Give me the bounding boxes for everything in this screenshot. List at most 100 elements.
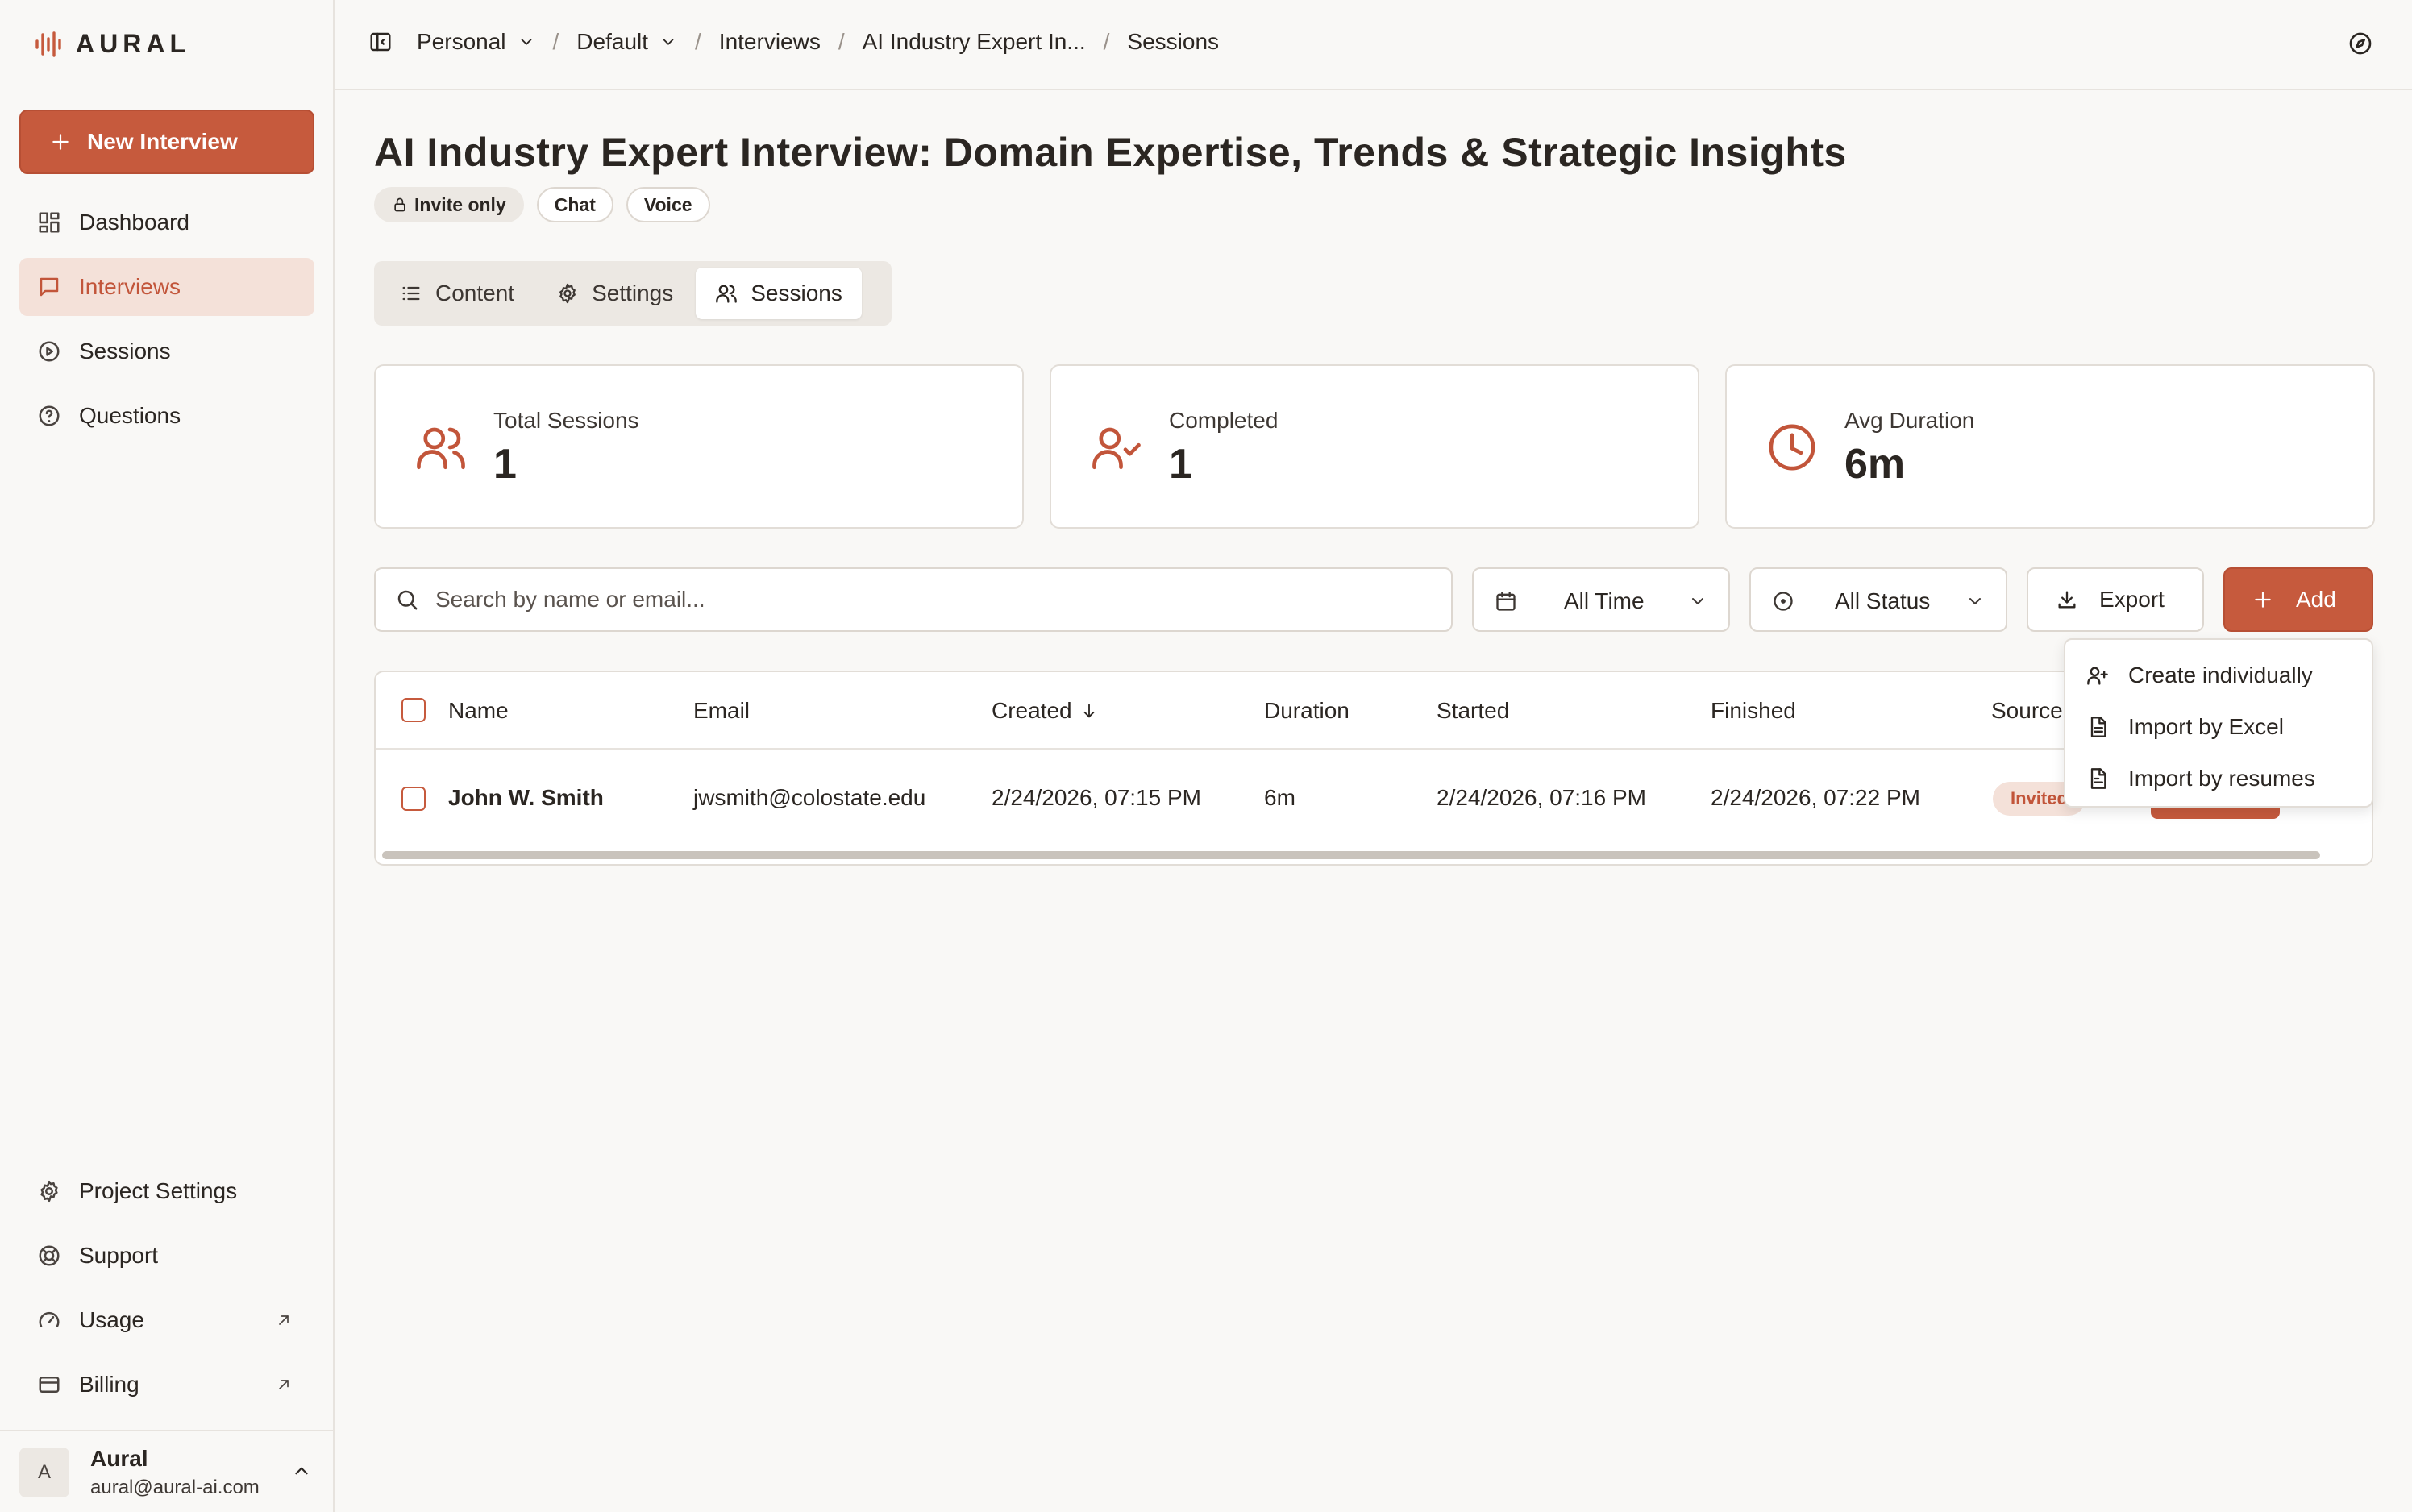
sidebar-item-label: Billing (79, 1372, 139, 1397)
users-icon (715, 282, 738, 305)
lock-icon (392, 197, 408, 213)
sidebar-item-interviews[interactable]: Interviews (19, 258, 314, 316)
brand-logo[interactable]: AURAL (34, 29, 190, 59)
menu-item-label: Create individually (2128, 663, 2313, 687)
tab-label: Content (435, 280, 515, 305)
compass-icon[interactable] (2348, 31, 2373, 56)
stat-label: Avg Duration (1844, 408, 1975, 433)
menu-item-import-excel[interactable]: Import by Excel (2065, 701, 2372, 753)
sidebar-item-usage[interactable]: Usage (19, 1291, 314, 1349)
chevron-down-icon (518, 33, 535, 51)
mode-badge-chat: Chat (536, 187, 613, 222)
chat-square-icon (37, 275, 61, 299)
menu-item-create-individually[interactable]: Create individually (2065, 650, 2372, 701)
tab-settings[interactable]: Settings (537, 268, 692, 319)
stat-value: 1 (1169, 441, 1192, 488)
add-label: Add (2296, 587, 2336, 612)
play-circle-icon (37, 339, 61, 363)
workspace-switcher[interactable]: Personal (417, 29, 535, 55)
workspace-label: Personal (417, 29, 506, 54)
tab-content[interactable]: Content (381, 268, 534, 319)
chevron-down-icon (1965, 592, 1985, 611)
gear-icon (37, 1179, 61, 1203)
sidebar-item-project-settings[interactable]: Project Settings (19, 1162, 314, 1220)
cell-duration: 6m (1264, 785, 1295, 810)
user-email: aural@aural-ai.com (90, 1477, 260, 1498)
external-link-icon (276, 1312, 292, 1328)
cell-name: John W. Smith (448, 785, 604, 810)
tab-label: Settings (592, 280, 674, 305)
column-source[interactable]: Source (1991, 698, 2063, 724)
access-badge: Invite only (374, 187, 524, 222)
status-filter-value: All Status (1835, 588, 1931, 613)
breadcrumb-separator: / (1103, 29, 1110, 54)
chevron-down-icon (1688, 592, 1707, 611)
stat-value: 6m (1844, 441, 1906, 488)
sidebar: AURAL New Interview Dashboard Interviews… (0, 0, 335, 1512)
brand-name: AURAL (76, 29, 190, 58)
cell-created: 2/24/2026, 07:15 PM (992, 785, 1201, 810)
breadcrumb-separator: / (552, 29, 559, 54)
column-name[interactable]: Name (448, 698, 509, 724)
column-started[interactable]: Started (1437, 698, 1509, 724)
sidebar-toggle-icon[interactable] (368, 30, 393, 54)
add-dropdown-menu: Create individually Import by Excel Impo… (2064, 638, 2373, 808)
interview-badges: Invite only Chat Voice (374, 187, 710, 222)
status-circle-icon (1772, 590, 1794, 613)
topbar: Personal / Default / Interviews / AI Ind… (335, 0, 2412, 90)
time-filter-value: All Time (1564, 588, 1645, 613)
horizontal-scrollbar[interactable] (382, 851, 2320, 859)
sidebar-item-label: Interviews (79, 274, 181, 299)
stat-label: Completed (1169, 408, 1279, 433)
add-session-button[interactable]: Add (2223, 567, 2373, 632)
sidebar-item-dashboard[interactable]: Dashboard (19, 193, 314, 251)
user-check-icon (1090, 421, 1143, 474)
sidebar-item-label: Usage (79, 1307, 144, 1332)
calendar-icon (1495, 590, 1517, 613)
clock-icon (1765, 421, 1819, 474)
breadcrumb-interviews[interactable]: Interviews (719, 29, 821, 55)
tab-label: Sessions (751, 280, 842, 305)
new-interview-button[interactable]: New Interview (19, 110, 314, 174)
sidebar-item-sessions[interactable]: Sessions (19, 322, 314, 380)
avatar: A (19, 1448, 69, 1497)
lifebuoy-icon (37, 1244, 61, 1268)
dashboard-icon (37, 210, 61, 235)
select-all-checkbox[interactable] (401, 698, 426, 722)
search-input[interactable] (435, 587, 1403, 613)
column-created-label: Created (992, 698, 1072, 723)
row-checkbox[interactable] (401, 787, 426, 811)
breadcrumb-current: Sessions (1127, 29, 1220, 54)
sidebar-item-billing[interactable]: Billing (19, 1356, 314, 1414)
stat-card-completed: Completed 1 (1050, 364, 1699, 529)
cell-started: 2/24/2026, 07:16 PM (1437, 785, 1646, 810)
new-interview-label: New Interview (87, 129, 238, 154)
export-button[interactable]: Export (2027, 567, 2204, 632)
menu-item-import-resumes[interactable]: Import by resumes (2065, 753, 2372, 804)
file-text-icon (2086, 767, 2109, 790)
column-created[interactable]: Created (992, 698, 1098, 724)
mode-badge-voice: Voice (626, 187, 710, 222)
breadcrumb-interview[interactable]: AI Industry Expert In... (863, 29, 1086, 55)
plus-icon (50, 131, 71, 152)
tab-sessions[interactable]: Sessions (696, 268, 862, 319)
status-filter-select[interactable]: All Status (1749, 567, 2007, 632)
column-duration[interactable]: Duration (1264, 698, 1349, 724)
sidebar-item-label: Support (79, 1243, 159, 1268)
column-finished[interactable]: Finished (1711, 698, 1796, 724)
search-icon (395, 588, 419, 612)
project-label: Default (576, 29, 649, 54)
file-spreadsheet-icon (2086, 716, 2109, 738)
sidebar-item-label: Sessions (79, 339, 171, 363)
time-filter-select[interactable]: All Time (1472, 567, 1730, 632)
menu-item-label: Import by Excel (2128, 714, 2284, 739)
project-switcher[interactable]: Default (576, 29, 677, 55)
help-circle-icon (37, 404, 61, 428)
sidebar-item-questions[interactable]: Questions (19, 387, 314, 445)
gear-icon (556, 282, 579, 305)
sidebar-item-support[interactable]: Support (19, 1227, 314, 1285)
export-label: Export (2099, 587, 2165, 612)
user-menu[interactable]: A Aural aural@aural-ai.com (0, 1430, 333, 1512)
column-email[interactable]: Email (693, 698, 750, 724)
menu-item-label: Import by resumes (2128, 766, 2315, 791)
